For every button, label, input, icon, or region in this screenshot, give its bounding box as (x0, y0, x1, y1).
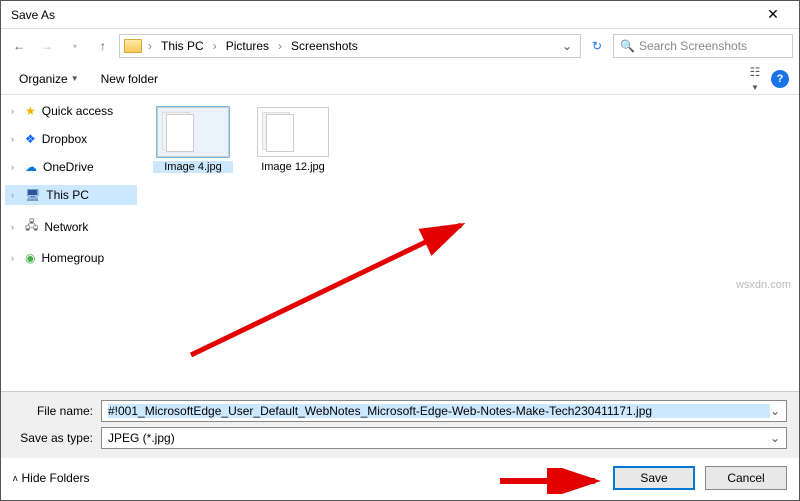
close-button[interactable]: ✕ (753, 6, 793, 23)
filename-label: File name: (13, 404, 93, 418)
window-title: Save As (7, 8, 753, 22)
chevron-right-icon: › (11, 134, 19, 144)
filename-pane: File name: ⌄ Save as type: JPEG (*.jpg) … (1, 391, 799, 458)
chevron-down-icon: ▼ (751, 83, 759, 92)
nav-back-button[interactable]: ← (7, 34, 31, 58)
chevron-down-icon[interactable]: ⌄ (770, 404, 780, 418)
organize-button[interactable]: Organize ▼ (11, 69, 87, 89)
sidebar-item-homegroup[interactable]: › ◉ Homegroup (5, 248, 137, 268)
new-folder-button[interactable]: New folder (93, 69, 166, 89)
refresh-button[interactable]: ↻ (585, 39, 609, 53)
sidebar-item-dropbox[interactable]: › ❖ Dropbox (5, 129, 137, 149)
star-icon: ★ (25, 104, 36, 118)
chevron-up-icon: ʌ (13, 473, 18, 483)
hide-folders-button[interactable]: ʌ Hide Folders (13, 471, 90, 485)
address-dropdown-icon[interactable]: ⌄ (558, 39, 576, 53)
chevron-right-icon: › (146, 39, 154, 53)
file-thumbnail (157, 107, 229, 157)
nav-up-button[interactable]: ↑ (91, 34, 115, 58)
folder-icon (124, 39, 142, 53)
chevron-right-icon: › (11, 222, 19, 232)
chevron-right-icon: › (11, 253, 19, 263)
save-as-type-label: Save as type: (13, 431, 93, 445)
chevron-right-icon: › (211, 39, 219, 53)
file-label: Image 12.jpg (253, 161, 333, 173)
save-button[interactable]: Save (613, 466, 695, 490)
chevron-right-icon: › (276, 39, 284, 53)
view-options-button[interactable]: ☷ ▼ (745, 65, 765, 93)
address-bar[interactable]: › This PC › Pictures › Screenshots ⌄ (119, 34, 581, 58)
dialog-body: › ★ Quick access › ❖ Dropbox › ☁ OneDriv… (1, 95, 799, 391)
file-list[interactable]: Image 4.jpg Image 12.jpg wsxdn.com (141, 95, 799, 391)
nav-recent-dropdown[interactable]: ▾ (63, 34, 87, 58)
file-label: Image 4.jpg (153, 161, 233, 173)
breadcrumb-pictures[interactable]: Pictures (223, 39, 272, 53)
nav-forward-button[interactable]: → (35, 34, 59, 58)
cloud-icon: ☁ (25, 160, 37, 174)
network-icon: 🖧 (25, 216, 38, 237)
search-placeholder: Search Screenshots (639, 39, 747, 53)
cancel-button[interactable]: Cancel (705, 466, 787, 490)
monitor-icon: 🖥 (25, 188, 40, 202)
toolbar: Organize ▼ New folder ☷ ▼ ? (1, 63, 799, 95)
help-button[interactable]: ? (771, 70, 789, 88)
chevron-right-icon: › (11, 162, 19, 172)
chevron-down-icon: ▼ (71, 74, 79, 83)
annotation-arrow (495, 468, 605, 494)
file-item[interactable]: Image 12.jpg (253, 107, 333, 173)
file-thumbnail (257, 107, 329, 157)
file-item[interactable]: Image 4.jpg (153, 107, 233, 173)
sidebar-item-network[interactable]: › 🖧 Network (5, 213, 137, 240)
chevron-down-icon[interactable]: ⌄ (770, 431, 780, 445)
search-input[interactable]: 🔍 Search Screenshots (613, 34, 793, 58)
watermark: wsxdn.com (736, 279, 791, 291)
filename-input[interactable]: ⌄ (101, 400, 787, 422)
save-as-dialog: Save As ✕ ← → ▾ ↑ › This PC › Pictures ›… (0, 0, 800, 501)
save-as-type-select[interactable]: JPEG (*.jpg) ⌄ (101, 427, 787, 449)
sidebar-item-onedrive[interactable]: › ☁ OneDrive (5, 157, 137, 177)
dropbox-icon: ❖ (25, 132, 36, 146)
nav-sidebar: › ★ Quick access › ❖ Dropbox › ☁ OneDriv… (1, 95, 141, 391)
breadcrumb-screenshots[interactable]: Screenshots (288, 39, 361, 53)
annotation-arrow (181, 215, 481, 365)
nav-bar: ← → ▾ ↑ › This PC › Pictures › Screensho… (1, 29, 799, 63)
chevron-right-icon: › (11, 106, 19, 116)
sidebar-item-quick-access[interactable]: › ★ Quick access (5, 101, 137, 121)
chevron-right-icon: › (11, 190, 19, 200)
sidebar-item-this-pc[interactable]: › 🖥 This PC (5, 185, 137, 205)
title-bar: Save As ✕ (1, 1, 799, 29)
breadcrumb-this-pc[interactable]: This PC (158, 39, 207, 53)
search-icon: 🔍 (620, 39, 635, 53)
action-bar: ʌ Hide Folders Save Cancel (1, 458, 799, 500)
homegroup-icon: ◉ (25, 251, 35, 265)
